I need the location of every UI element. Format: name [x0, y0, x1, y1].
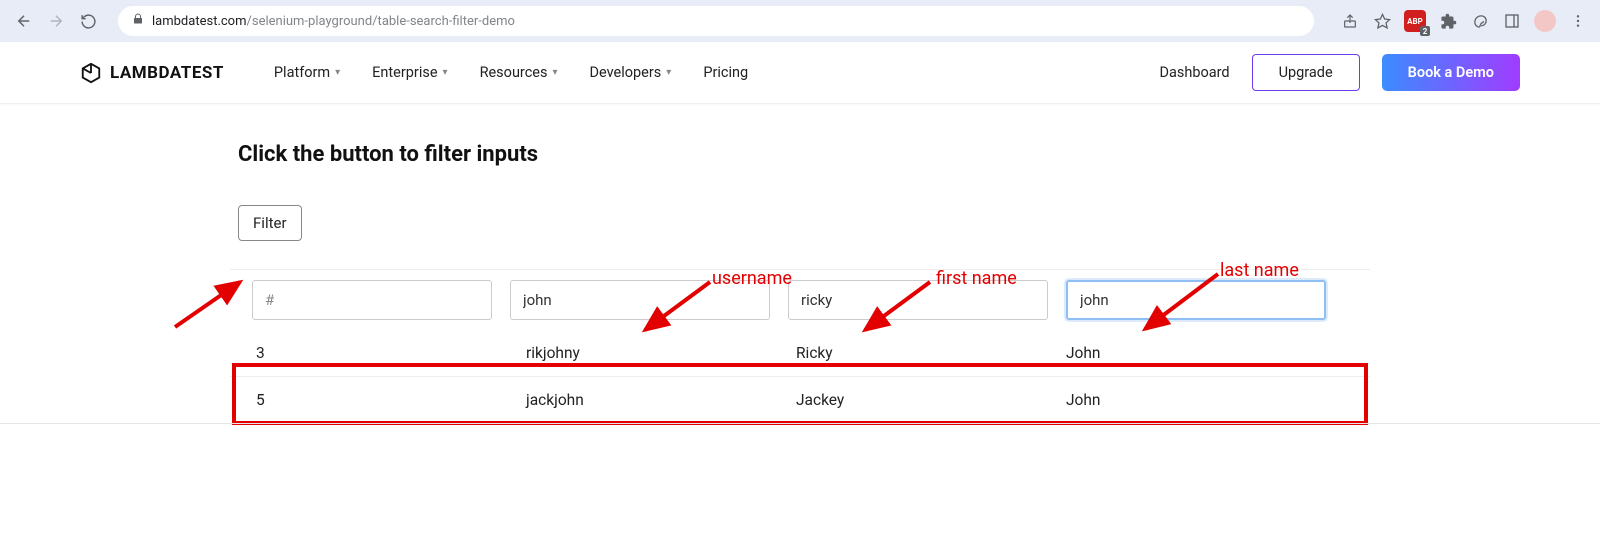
nav-pricing[interactable]: Pricing: [703, 64, 748, 81]
nav-developers[interactable]: Developers▾: [590, 64, 672, 81]
menu-icon[interactable]: [1568, 11, 1588, 31]
chevron-down-icon: ▾: [443, 67, 448, 78]
header-actions: Dashboard Upgrade Book a Demo: [1159, 54, 1520, 91]
filter-button[interactable]: Filter: [238, 205, 302, 241]
chevron-down-icon: ▾: [552, 67, 557, 78]
star-icon[interactable]: [1372, 11, 1392, 31]
id-filter-input[interactable]: [252, 280, 492, 320]
cell-username: jackjohn: [526, 391, 796, 409]
page-content: Click the button to filter inputs Filter…: [0, 104, 1600, 424]
back-button[interactable]: [12, 9, 36, 33]
lock-icon: [132, 13, 144, 29]
cell-lastname: John: [1066, 391, 1326, 409]
cell-firstname: Ricky: [796, 344, 1066, 362]
lastname-filter-input[interactable]: [1066, 280, 1326, 320]
cell-id: 3: [256, 344, 526, 362]
firstname-filter-input[interactable]: [788, 280, 1048, 320]
nav-enterprise[interactable]: Enterprise▾: [372, 64, 447, 81]
adblock-icon[interactable]: ABP 2: [1404, 10, 1426, 32]
filter-row: [230, 269, 1370, 330]
table-row: 5 jackjohn Jackey John: [230, 377, 1370, 424]
cell-lastname: John: [1066, 344, 1326, 362]
divider: [0, 423, 1600, 424]
username-filter-input[interactable]: [510, 280, 770, 320]
adblock-badge: 2: [1420, 26, 1430, 36]
profile-avatar[interactable]: [1534, 10, 1556, 32]
panel-icon[interactable]: [1502, 11, 1522, 31]
table-row: 3 rikjohny Ricky John: [230, 330, 1370, 377]
browser-actions: ABP 2: [1340, 10, 1588, 32]
address-bar[interactable]: lambdatest.com/selenium-playground/table…: [118, 6, 1314, 36]
brand-logo[interactable]: LAMBDATEST: [80, 62, 224, 84]
reload-button[interactable]: [76, 9, 100, 33]
brand-text: LAMBDATEST: [110, 63, 224, 83]
extensions-icon[interactable]: [1438, 11, 1458, 31]
browser-toolbar: lambdatest.com/selenium-playground/table…: [0, 0, 1600, 42]
upgrade-button[interactable]: Upgrade: [1252, 54, 1360, 91]
url-host: lambdatest.com: [152, 14, 247, 29]
chevron-down-icon: ▾: [335, 67, 340, 78]
share-icon[interactable]: [1340, 11, 1360, 31]
cell-username: rikjohny: [526, 344, 796, 362]
book-demo-button[interactable]: Book a Demo: [1382, 54, 1520, 91]
main-nav: Platform▾ Enterprise▾ Resources▾ Develop…: [274, 64, 748, 81]
forward-button[interactable]: [44, 9, 68, 33]
cell-id: 5: [256, 391, 526, 409]
chevron-down-icon: ▾: [666, 67, 671, 78]
cell-firstname: Jackey: [796, 391, 1066, 409]
dashboard-link[interactable]: Dashboard: [1159, 64, 1229, 81]
nav-platform[interactable]: Platform▾: [274, 64, 340, 81]
page-heading: Click the button to filter inputs: [238, 142, 1370, 167]
nav-resources[interactable]: Resources▾: [480, 64, 558, 81]
site-header: LAMBDATEST Platform▾ Enterprise▾ Resourc…: [0, 42, 1600, 104]
leaf-icon[interactable]: [1470, 11, 1490, 31]
url-path: /selenium-playground/table-search-filter…: [247, 14, 515, 29]
